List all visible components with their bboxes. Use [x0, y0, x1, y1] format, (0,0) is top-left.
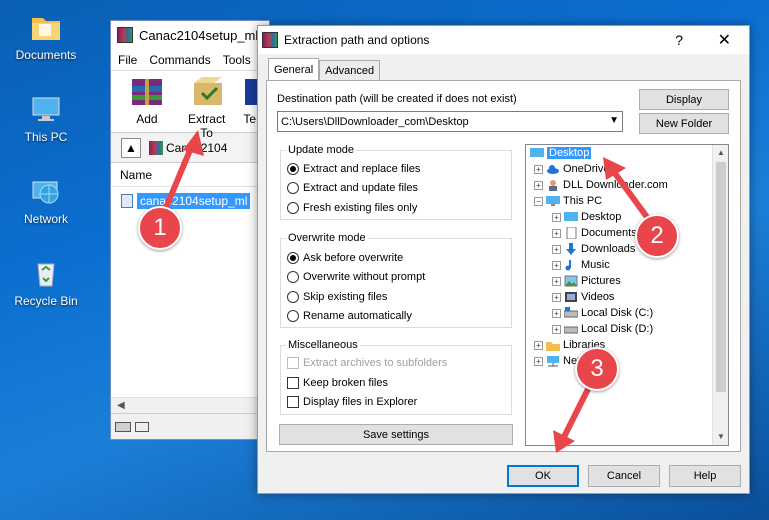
tab-general[interactable]: General — [268, 58, 320, 80]
annotation-badge-3: 3 — [575, 347, 619, 391]
annotation-arrows — [157, 130, 658, 453]
annotation-badge-1: 1 — [138, 206, 182, 250]
annotation-badge-2: 2 — [635, 214, 679, 258]
